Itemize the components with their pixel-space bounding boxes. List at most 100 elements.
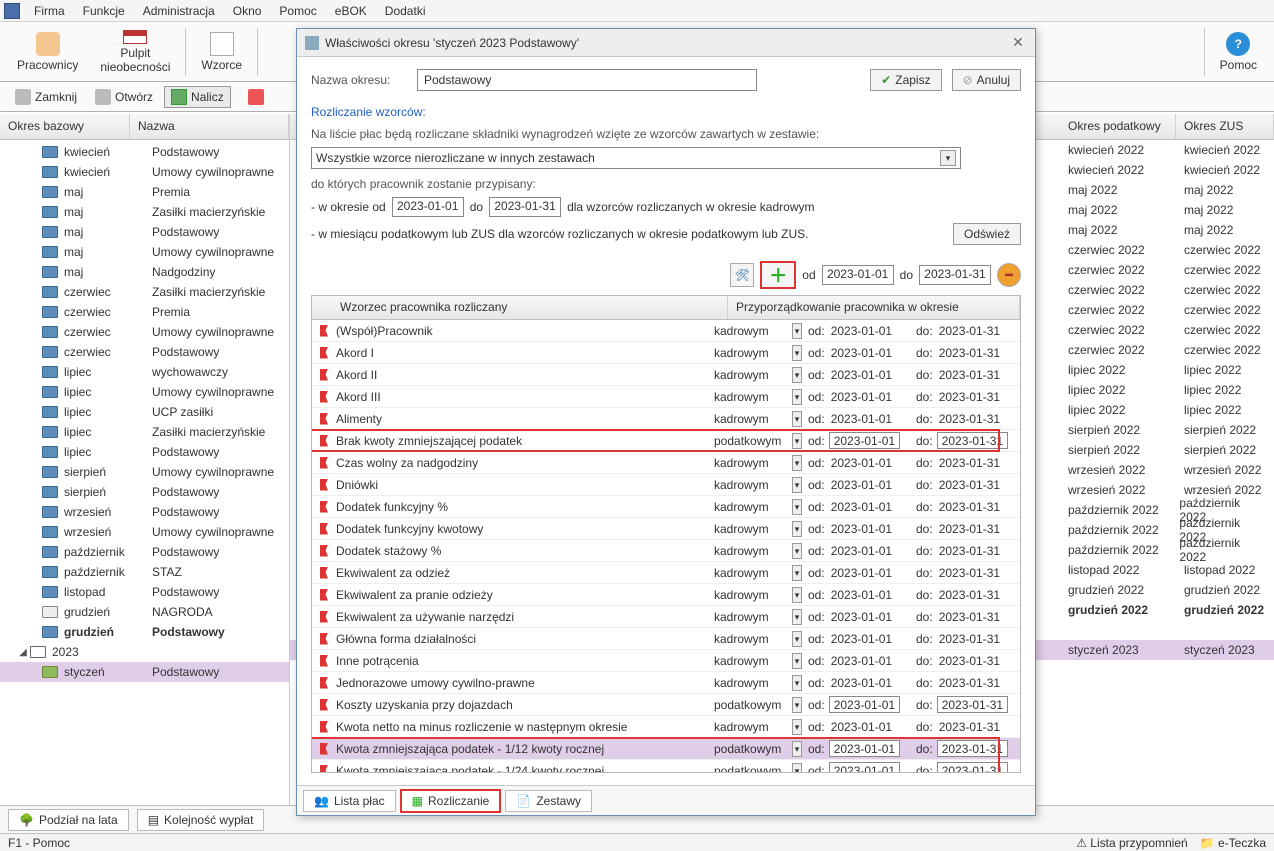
period-row[interactable]: czerwiecPodstawowy bbox=[0, 342, 289, 362]
period-row[interactable]: czerwiecZasiłki macierzyńskie bbox=[0, 282, 289, 302]
zamknij-button[interactable]: Zamknij bbox=[8, 86, 84, 108]
period-row[interactable]: lipiecPodstawowy bbox=[0, 442, 289, 462]
period-tree[interactable]: kwiecieńPodstawowykwiecieńUmowy cywilnop… bbox=[0, 140, 289, 811]
status-e-teczka[interactable]: 📁 e-Teczka bbox=[1200, 836, 1266, 850]
chevron-down-icon[interactable]: ▾ bbox=[792, 367, 802, 383]
period-row[interactable]: lipiecUCP zasiłki bbox=[0, 402, 289, 422]
period-row[interactable]: lipiecZasiłki macierzyńskie bbox=[0, 422, 289, 442]
period-row[interactable]: sierpieńUmowy cywilnoprawne bbox=[0, 462, 289, 482]
period-row[interactable]: październikSTAZ bbox=[0, 562, 289, 582]
col-wzorzec[interactable]: Wzorzec pracownika rozliczany bbox=[312, 296, 728, 319]
menu-funkcje[interactable]: Funkcje bbox=[75, 2, 133, 20]
wzorzec-row[interactable]: Akord II kadrowym ▾ od:2023-01-01 do:202… bbox=[312, 364, 1020, 386]
wzorzec-row[interactable]: Kwota zmniejszająca podatek - 1/24 kwoty… bbox=[312, 760, 1020, 773]
nalicz-button[interactable]: Nalicz bbox=[164, 86, 231, 108]
period-row[interactable]: grudzieńNAGRODA bbox=[0, 602, 289, 622]
menu-ebok[interactable]: eBOK bbox=[327, 2, 375, 20]
odswiez-button[interactable]: Odśwież bbox=[953, 223, 1021, 245]
chevron-down-icon[interactable]: ▾ bbox=[792, 609, 802, 625]
wzorzec-row[interactable]: Czas wolny za nadgodziny kadrowym ▾ od:2… bbox=[312, 452, 1020, 474]
add-button[interactable]: ＋ bbox=[760, 261, 796, 289]
close-icon[interactable]: ✕ bbox=[1009, 34, 1027, 52]
wzorzec-row[interactable]: Dodatek funkcyjny kwotowy kadrowym ▾ od:… bbox=[312, 518, 1020, 540]
zestaw-combo[interactable]: Wszystkie wzorce nierozliczane w innych … bbox=[311, 147, 961, 169]
period-row[interactable]: majPodstawowy bbox=[0, 222, 289, 242]
chevron-down-icon[interactable]: ▾ bbox=[792, 631, 802, 647]
col-okres-zus[interactable]: Okres ZUS bbox=[1176, 114, 1274, 139]
period-row[interactable]: sierpieńPodstawowy bbox=[0, 482, 289, 502]
period-row[interactable]: listopadPodstawowy bbox=[0, 582, 289, 602]
zapisz-button[interactable]: ✔Zapisz bbox=[870, 69, 941, 91]
wzorzec-row[interactable]: Dodatek funkcyjny % kadrowym ▾ od:2023-0… bbox=[312, 496, 1020, 518]
chevron-down-icon[interactable]: ▾ bbox=[792, 719, 802, 735]
menu-okno[interactable]: Okno bbox=[225, 2, 270, 20]
pomoc-button[interactable]: ? Pomoc bbox=[1209, 25, 1268, 79]
wzorzec-row[interactable]: Ekwiwalent za pranie odzieży kadrowym ▾ … bbox=[312, 584, 1020, 606]
wzorzec-row[interactable]: Akord I kadrowym ▾ od:2023-01-01 do:2023… bbox=[312, 342, 1020, 364]
settings-button[interactable]: 🛠 bbox=[730, 263, 754, 287]
col-przyporzadkowanie[interactable]: Przyporządkowanie pracownika w okresie bbox=[728, 296, 1020, 319]
menu-firma[interactable]: Firma bbox=[26, 2, 73, 20]
period-row[interactable]: majNadgodziny bbox=[0, 262, 289, 282]
warning-button[interactable] bbox=[241, 86, 271, 108]
tab-zestawy[interactable]: 📄 Zestawy bbox=[505, 790, 592, 812]
chevron-down-icon[interactable]: ▾ bbox=[792, 741, 802, 757]
chevron-down-icon[interactable]: ▾ bbox=[792, 323, 802, 339]
period-row[interactable]: majUmowy cywilnoprawne bbox=[0, 242, 289, 262]
col-okres-podatkowy[interactable]: Okres podatkowy bbox=[1060, 114, 1176, 139]
chevron-down-icon[interactable]: ▾ bbox=[792, 411, 802, 427]
okres-do-field[interactable]: 2023-01-31 bbox=[489, 197, 561, 217]
chevron-down-icon[interactable]: ▾ bbox=[792, 433, 802, 449]
period-row[interactable]: wrzesieńUmowy cywilnoprawne bbox=[0, 522, 289, 542]
chevron-down-icon[interactable]: ▾ bbox=[792, 543, 802, 559]
anuluj-button[interactable]: ⊘Anuluj bbox=[952, 69, 1021, 91]
chevron-down-icon[interactable]: ▾ bbox=[792, 455, 802, 471]
status-lista-przypomnien[interactable]: ⚠ Lista przypomnień bbox=[1076, 836, 1187, 850]
menu-pomoc[interactable]: Pomoc bbox=[271, 2, 324, 20]
chevron-down-icon[interactable]: ▾ bbox=[792, 587, 802, 603]
otworz-button[interactable]: Otwórz bbox=[88, 86, 160, 108]
wzorzec-row[interactable]: Dniówki kadrowym ▾ od:2023-01-01 do:2023… bbox=[312, 474, 1020, 496]
tab-lista-plac[interactable]: 👥 Lista płac bbox=[303, 790, 396, 812]
wzorzec-row[interactable]: Kwota netto na minus rozliczenie w nastę… bbox=[312, 716, 1020, 738]
chevron-down-icon[interactable]: ▾ bbox=[792, 499, 802, 515]
menu-administracja[interactable]: Administracja bbox=[135, 2, 223, 20]
chevron-down-icon[interactable]: ▾ bbox=[792, 675, 802, 691]
wzorce-grid[interactable]: Wzorzec pracownika rozliczany Przyporząd… bbox=[311, 295, 1021, 773]
pulpit-button[interactable]: Pulpit nieobecności bbox=[89, 25, 181, 79]
period-row[interactable]: kwiecieńUmowy cywilnoprawne bbox=[0, 162, 289, 182]
tab-podzial-na-lata[interactable]: 🌳 Podział na lata bbox=[8, 809, 129, 831]
tab-rozliczanie[interactable]: ▦ Rozliczanie bbox=[400, 789, 502, 813]
okres-od-field[interactable]: 2023-01-01 bbox=[392, 197, 464, 217]
wzorzec-row[interactable]: Akord III kadrowym ▾ od:2023-01-01 do:20… bbox=[312, 386, 1020, 408]
tab-kolejnosc-wyplat[interactable]: ▤ Kolejność wypłat bbox=[137, 809, 265, 831]
period-row-selected[interactable]: styczeńPodstawowy bbox=[0, 662, 289, 682]
chevron-down-icon[interactable]: ▾ bbox=[792, 389, 802, 405]
filter-od-field[interactable]: 2023-01-01 bbox=[822, 265, 894, 285]
period-row[interactable]: lipiecUmowy cywilnoprawne bbox=[0, 382, 289, 402]
col-nazwa[interactable]: Nazwa bbox=[130, 114, 289, 139]
period-row[interactable]: czerwiecUmowy cywilnoprawne bbox=[0, 322, 289, 342]
menu-dodatki[interactable]: Dodatki bbox=[377, 2, 434, 20]
period-row[interactable]: czerwiecPremia bbox=[0, 302, 289, 322]
wzorzec-row[interactable]: Ekwiwalent za odzież kadrowym ▾ od:2023-… bbox=[312, 562, 1020, 584]
nazwa-okresu-input[interactable] bbox=[417, 69, 757, 91]
wzorzec-row[interactable]: Jednorazowe umowy cywilno-prawne kadrowy… bbox=[312, 672, 1020, 694]
chevron-down-icon[interactable]: ▾ bbox=[792, 697, 802, 713]
chevron-down-icon[interactable]: ▾ bbox=[792, 565, 802, 581]
chevron-down-icon[interactable]: ▾ bbox=[792, 477, 802, 493]
period-row[interactable]: wrzesieńPodstawowy bbox=[0, 502, 289, 522]
wzorzec-row[interactable]: Alimenty kadrowym ▾ od:2023-01-01 do:202… bbox=[312, 408, 1020, 430]
period-row[interactable]: kwiecieńPodstawowy bbox=[0, 142, 289, 162]
wzorzec-row[interactable]: Inne potrącenia kadrowym ▾ od:2023-01-01… bbox=[312, 650, 1020, 672]
wzorzec-row[interactable]: Dodatek stażowy % kadrowym ▾ od:2023-01-… bbox=[312, 540, 1020, 562]
period-row[interactable]: październikPodstawowy bbox=[0, 542, 289, 562]
wzorzec-row[interactable]: (Współ)Pracownik kadrowym ▾ od:2023-01-0… bbox=[312, 320, 1020, 342]
chevron-down-icon[interactable]: ▾ bbox=[792, 521, 802, 537]
chevron-down-icon[interactable]: ▾ bbox=[792, 763, 802, 774]
period-row[interactable]: majZasiłki macierzyńskie bbox=[0, 202, 289, 222]
filter-do-field[interactable]: 2023-01-31 bbox=[919, 265, 991, 285]
chevron-down-icon[interactable]: ▾ bbox=[792, 345, 802, 361]
wzorzec-row[interactable]: Ekwiwalent za używanie narzędzi kadrowym… bbox=[312, 606, 1020, 628]
collapse-icon[interactable]: ◢ bbox=[18, 647, 28, 658]
